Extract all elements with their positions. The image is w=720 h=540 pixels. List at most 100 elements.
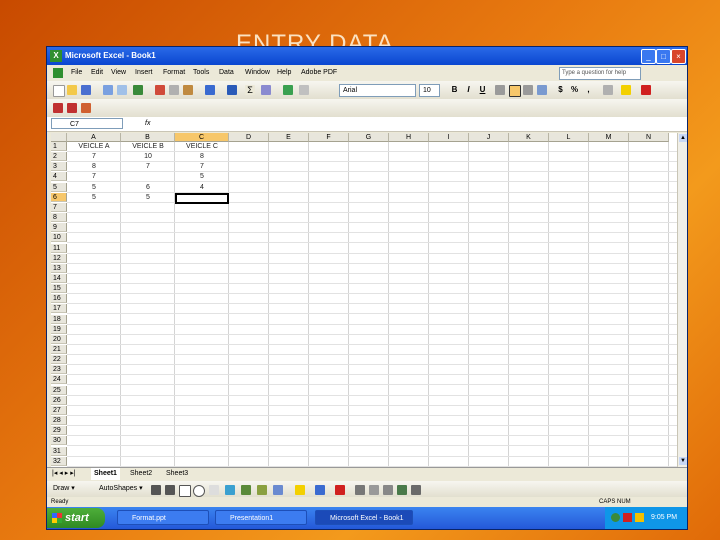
wordart-icon[interactable] — [225, 485, 235, 495]
menu-data[interactable]: Data — [219, 65, 234, 81]
cell-c2[interactable]: 8 — [175, 152, 229, 161]
bold-button[interactable]: B — [449, 84, 460, 95]
fill-color-icon[interactable] — [621, 85, 631, 95]
title-bar[interactable]: X Microsoft Excel - Book1 _ □ × — [47, 47, 687, 65]
diagram-icon[interactable] — [241, 485, 251, 495]
font-color-icon[interactable] — [641, 85, 651, 95]
row-header-13[interactable]: 13 — [51, 263, 67, 273]
workbook-icon[interactable] — [53, 68, 63, 78]
cell-a5[interactable]: 5 — [67, 183, 121, 192]
menu-view[interactable]: View — [111, 65, 126, 81]
shadow-icon[interactable] — [397, 485, 407, 495]
column-header-a[interactable]: A — [67, 133, 121, 142]
active-cell-cursor[interactable] — [175, 192, 229, 204]
row-header-1[interactable]: 1 — [51, 142, 67, 151]
pdf-email-icon[interactable] — [67, 103, 77, 113]
row-header-12[interactable]: 12 — [51, 253, 67, 263]
oval-icon[interactable] — [193, 485, 205, 497]
autosum-icon[interactable]: Σ — [245, 85, 255, 95]
tab-nav-arrows-icon[interactable]: |◂ ◂ ▸ ▸| — [49, 468, 79, 480]
cell-c5[interactable]: 4 — [175, 183, 229, 192]
cell-a1[interactable]: VEICLE A — [67, 142, 121, 151]
open-icon[interactable] — [67, 85, 77, 95]
column-header-f[interactable]: F — [309, 133, 349, 142]
start-button[interactable]: start — [47, 508, 105, 528]
volume-icon[interactable] — [635, 513, 644, 522]
cell-c3[interactable]: 7 — [175, 162, 229, 171]
antivirus-icon[interactable] — [623, 513, 632, 522]
menu-edit[interactable]: Edit — [91, 65, 103, 81]
merge-center-icon[interactable] — [537, 85, 547, 95]
undo-icon[interactable] — [205, 85, 215, 95]
row-header-20[interactable]: 20 — [51, 334, 67, 344]
cell-a6[interactable]: 5 — [67, 193, 121, 202]
close-button[interactable]: × — [671, 49, 686, 64]
comma-button[interactable]: , — [583, 84, 594, 95]
row-header-15[interactable]: 15 — [51, 284, 67, 294]
cell-c1[interactable]: VEICLE C — [175, 142, 229, 151]
column-header-g[interactable]: G — [349, 133, 389, 142]
column-header-j[interactable]: J — [469, 133, 509, 142]
picture-icon[interactable] — [273, 485, 283, 495]
minimize-button[interactable]: _ — [641, 49, 656, 64]
row-header-22[interactable]: 22 — [51, 355, 67, 365]
cell-c4[interactable]: 5 — [175, 172, 229, 181]
print-icon[interactable] — [103, 85, 113, 95]
currency-button[interactable]: $ — [555, 84, 566, 95]
tab-sheet1[interactable]: Sheet1 — [91, 468, 120, 480]
row-header-6[interactable]: 6 — [51, 192, 67, 202]
draw-menu-button[interactable]: Draw ▾ — [53, 481, 75, 497]
row-header-9[interactable]: 9 — [51, 223, 67, 233]
column-header-i[interactable]: I — [429, 133, 469, 142]
cell-b2[interactable]: 10 — [121, 152, 175, 161]
tab-sheet3[interactable]: Sheet3 — [163, 468, 191, 480]
cell-a4[interactable]: 7 — [67, 172, 121, 181]
cut-icon[interactable] — [155, 85, 165, 95]
align-right-icon[interactable] — [523, 85, 533, 95]
row-header-28[interactable]: 28 — [51, 416, 67, 426]
draw-font-color-icon[interactable] — [335, 485, 345, 495]
row-header-29[interactable]: 29 — [51, 426, 67, 436]
cell-b5[interactable]: 6 — [121, 183, 175, 192]
cell-b4[interactable] — [121, 172, 175, 181]
menu-file[interactable]: File — [71, 65, 82, 81]
cell-b3[interactable]: 7 — [121, 162, 175, 171]
fx-icon[interactable]: fx — [145, 117, 150, 131]
row-header-24[interactable]: 24 — [51, 375, 67, 385]
menu-window[interactable]: Window — [245, 65, 270, 81]
row-header-18[interactable]: 18 — [51, 314, 67, 324]
arrow-icon[interactable] — [165, 485, 175, 495]
column-header-h[interactable]: H — [389, 133, 429, 142]
text-box-icon[interactable] — [209, 485, 219, 495]
menu-insert[interactable]: Insert — [135, 65, 153, 81]
cell-a2[interactable]: 7 — [67, 152, 121, 161]
paste-icon[interactable] — [183, 85, 193, 95]
row-header-31[interactable]: 31 — [51, 446, 67, 456]
column-header-c[interactable]: C — [175, 133, 229, 142]
column-header-n[interactable]: N — [629, 133, 669, 142]
save-icon[interactable] — [81, 85, 91, 95]
row-header-3[interactable]: 3 — [51, 162, 67, 172]
column-header-b[interactable]: B — [121, 133, 175, 142]
column-header-l[interactable]: L — [549, 133, 589, 142]
row-header-7[interactable]: 7 — [51, 202, 67, 212]
3d-icon[interactable] — [411, 485, 421, 495]
row-header-4[interactable]: 4 — [51, 172, 67, 182]
italic-button[interactable]: I — [463, 84, 474, 95]
menu-adobe-pdf[interactable]: Adobe PDF — [301, 65, 337, 81]
row-header-19[interactable]: 19 — [51, 324, 67, 334]
hyperlink-icon[interactable] — [227, 85, 237, 95]
row-header-11[interactable]: 11 — [51, 243, 67, 253]
pdf-review-icon[interactable] — [81, 103, 91, 113]
row-header-32[interactable]: 32 — [51, 456, 67, 466]
cell-b1[interactable]: VEICLE B — [121, 142, 175, 151]
scroll-up-arrow-icon[interactable]: ▲ — [679, 134, 687, 142]
vertical-scrollbar[interactable]: ▲ ▼ — [677, 133, 687, 467]
print-preview-icon[interactable] — [117, 85, 127, 95]
row-header-14[interactable]: 14 — [51, 273, 67, 283]
align-center-icon[interactable] — [509, 85, 521, 97]
taskbar-item-format-ppt[interactable]: Format.ppt — [117, 510, 209, 525]
help-search-input[interactable]: Type a question for help — [559, 67, 641, 80]
column-header-m[interactable]: M — [589, 133, 629, 142]
row-header-26[interactable]: 26 — [51, 395, 67, 405]
